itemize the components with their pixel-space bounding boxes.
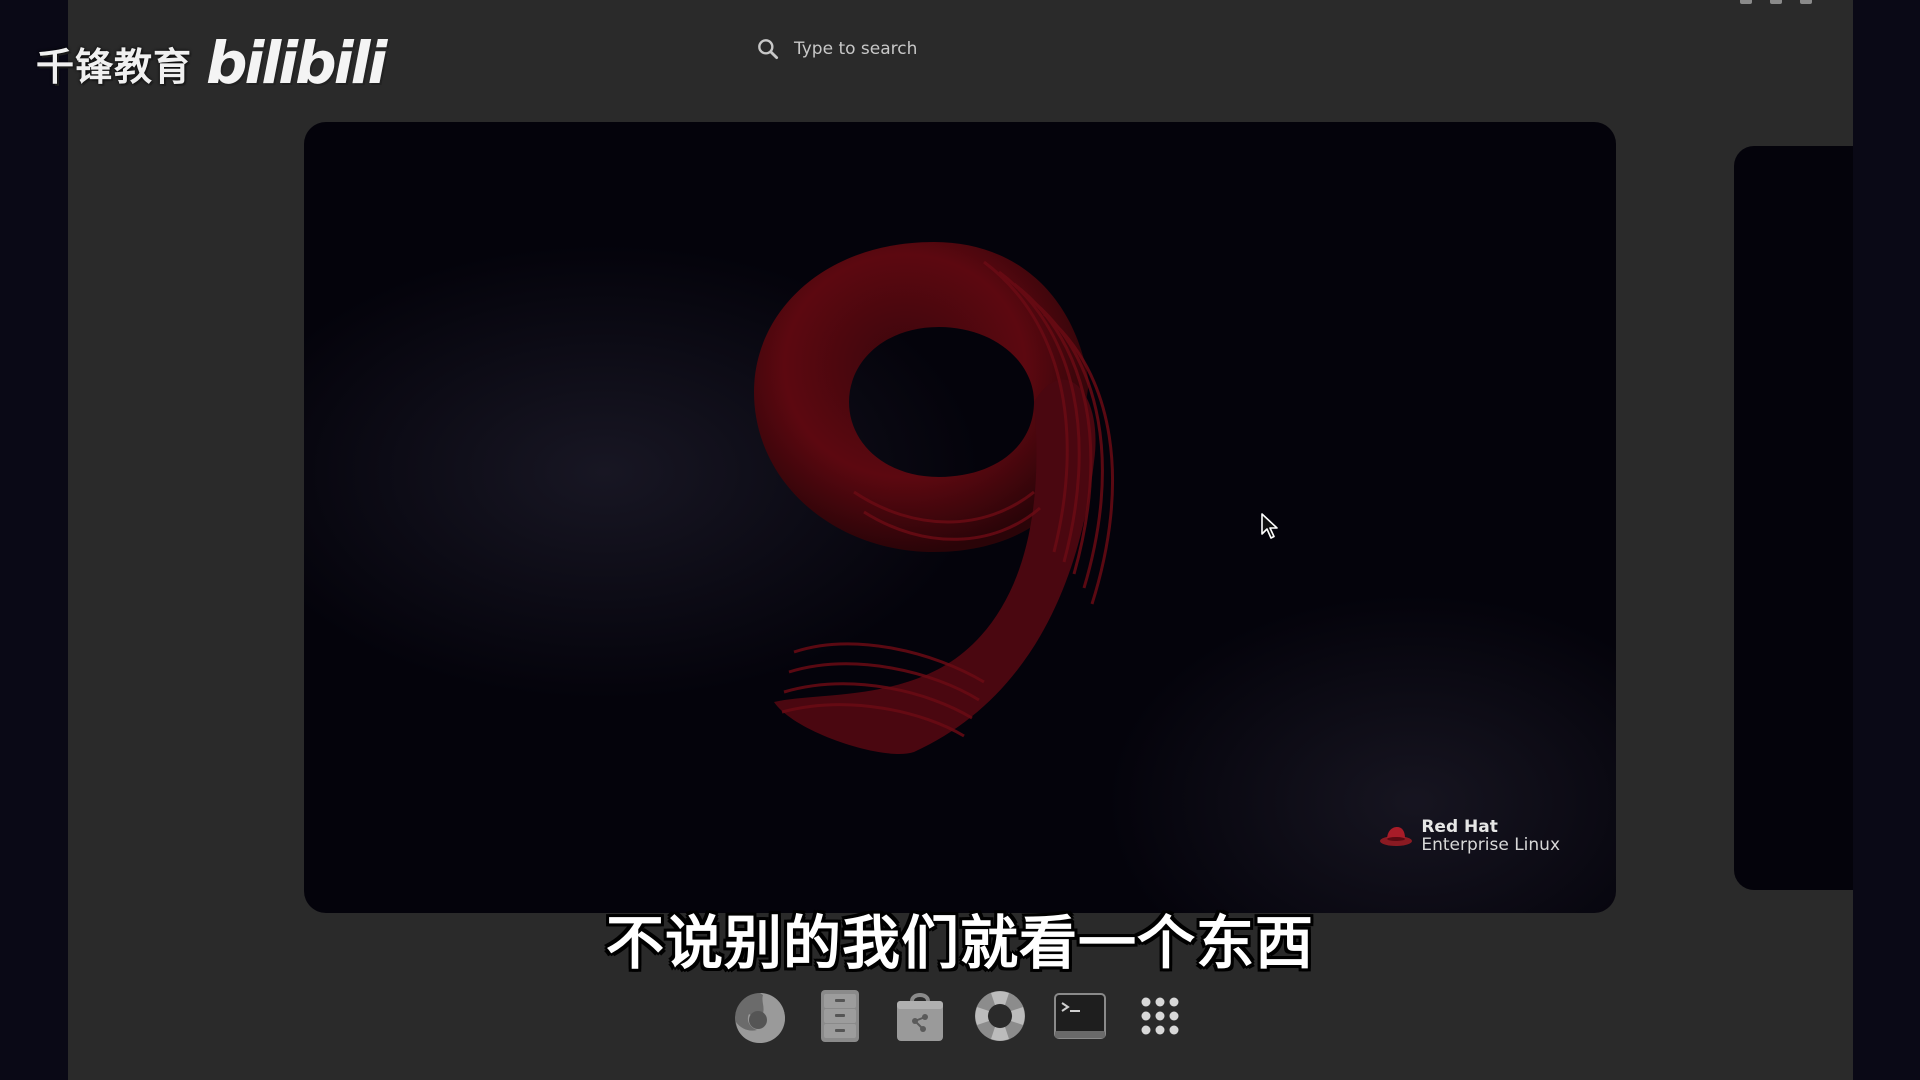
mouse-pointer-icon	[1261, 513, 1278, 539]
app-grid-icon	[1141, 997, 1179, 1035]
red-hat-icon	[1380, 827, 1413, 847]
dash-item-terminal[interactable]	[1050, 986, 1110, 1046]
lifebuoy-icon	[975, 991, 1025, 1041]
wallpaper-nine-art	[754, 242, 1115, 754]
network-icon	[1740, 0, 1752, 4]
dash-item-show-applications[interactable]	[1130, 986, 1190, 1046]
dash-item-help[interactable]	[970, 986, 1030, 1046]
dash-item-files[interactable]	[810, 986, 870, 1046]
logo-product: Enterprise Linux	[1421, 835, 1560, 856]
dash-item-software[interactable]	[890, 986, 950, 1046]
terminal-icon	[1054, 993, 1106, 1039]
software-bag-icon	[897, 993, 943, 1041]
dash-item-firefox[interactable]	[730, 986, 790, 1046]
red-hat-logo: Red Hat Enterprise Linux	[1379, 816, 1560, 856]
volume-icon	[1770, 0, 1782, 4]
power-icon	[1800, 0, 1812, 4]
watermark-text: 千锋教育	[36, 44, 193, 89]
screen: Type to search Red Hat Enterprise Linux …	[0, 0, 1920, 1080]
logo-brand: Red Hat	[1421, 816, 1498, 837]
top-bar-status-icons[interactable]	[1740, 0, 1812, 4]
file-cabinet-icon	[821, 990, 859, 1042]
search-field[interactable]: Type to search	[755, 30, 1165, 68]
video-subtitle: 不说别的我们就看一个东西	[605, 909, 1314, 977]
workspace-thumbnail[interactable]: Red Hat Enterprise Linux	[304, 122, 1616, 913]
firefox-icon	[735, 993, 785, 1043]
video-watermark: 千锋教育 bilibili	[36, 29, 387, 97]
search-icon	[758, 39, 779, 60]
dash	[720, 980, 1200, 1052]
bilibili-logo: bilibili	[206, 29, 387, 97]
search-placeholder: Type to search	[794, 39, 918, 59]
